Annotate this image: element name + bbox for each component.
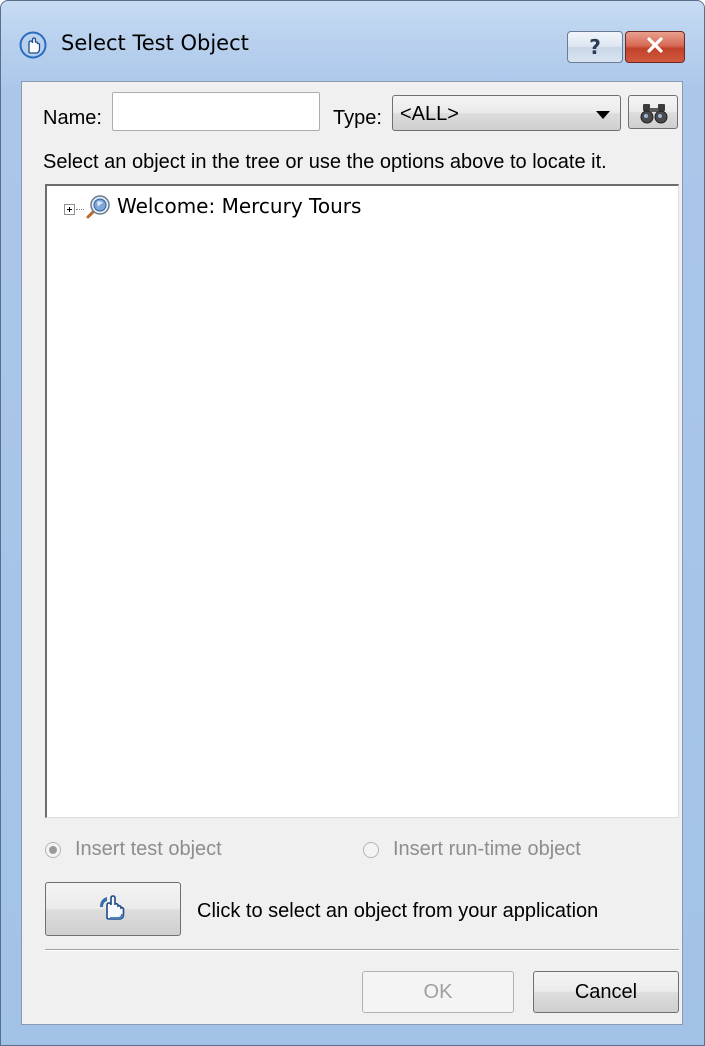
insert-test-object-label: Insert test object <box>75 838 222 860</box>
pointer-caption: Click to select an object from your appl… <box>197 900 599 922</box>
find-button[interactable] <box>628 95 678 129</box>
pointing-hand-icon <box>19 31 47 59</box>
type-label: Type: <box>333 107 382 129</box>
close-button[interactable] <box>625 31 685 63</box>
help-button[interactable]: ? <box>567 31 623 63</box>
window-title: Select Test Object <box>61 31 249 55</box>
binoculars-icon <box>640 102 668 130</box>
pointing-hand-icon <box>96 891 130 927</box>
close-icon <box>646 36 664 59</box>
insert-test-object-radio[interactable] <box>45 842 61 858</box>
object-pointer-button[interactable] <box>45 882 181 936</box>
tree-connector <box>76 209 84 210</box>
ok-button[interactable]: OK <box>362 971 514 1013</box>
insert-runtime-object-label: Insert run-time object <box>393 838 581 860</box>
expand-icon[interactable] <box>64 204 75 215</box>
footer-separator <box>45 949 679 951</box>
search-hint: Select an object in the tree or use the … <box>43 151 607 173</box>
chevron-down-icon <box>596 111 610 119</box>
tree-item-label: Welcome: Mercury Tours <box>117 194 362 218</box>
name-label: Name: <box>43 107 102 129</box>
cancel-button[interactable]: Cancel <box>533 971 679 1013</box>
browser-object-icon <box>85 194 111 226</box>
dialog-client-area: Name: Type: <ALL> Select an object in th… <box>21 81 683 1025</box>
name-input[interactable] <box>112 92 320 131</box>
type-dropdown-value: <ALL> <box>400 103 459 125</box>
ok-label: OK <box>423 980 453 1003</box>
cancel-label: Cancel <box>574 980 638 1003</box>
insert-runtime-object-radio[interactable] <box>363 842 379 858</box>
type-dropdown[interactable]: <ALL> <box>392 95 621 131</box>
object-tree[interactable]: Welcome: Mercury Tours <box>45 184 679 818</box>
select-test-object-dialog: Select Test Object ? Name: Type: <ALL> S… <box>0 0 705 1046</box>
title-bar[interactable]: Select Test Object ? <box>1 1 704 91</box>
help-label: ? <box>589 35 601 59</box>
